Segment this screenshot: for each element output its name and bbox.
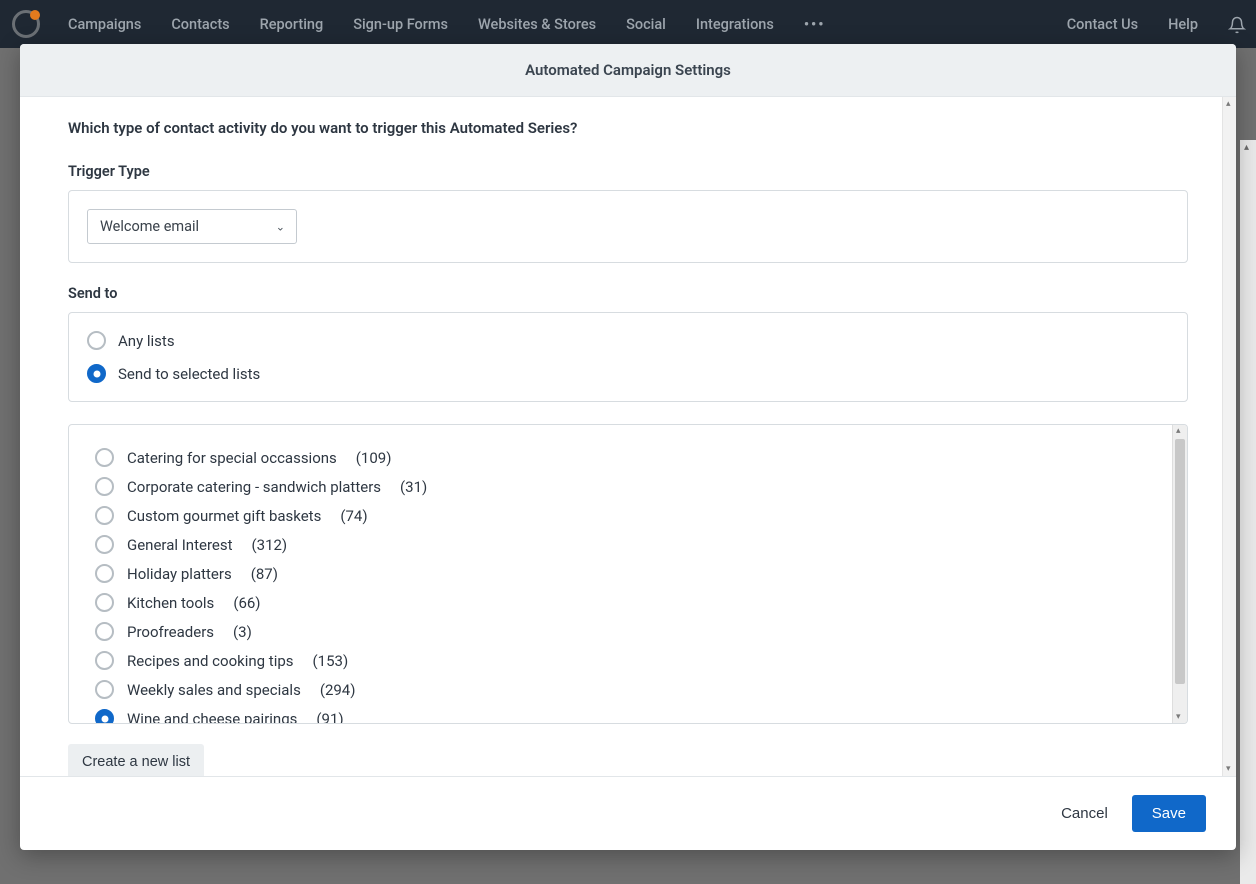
nav-item-contacts[interactable]: Contacts bbox=[171, 16, 229, 33]
radio-icon[interactable] bbox=[87, 364, 106, 383]
modal-title: Automated Campaign Settings bbox=[20, 44, 1236, 97]
list-item-count: (66) bbox=[233, 594, 260, 612]
nav-item-sign-up-forms[interactable]: Sign-up Forms bbox=[353, 16, 448, 33]
radio-icon[interactable] bbox=[95, 564, 114, 583]
radio-icon[interactable] bbox=[95, 622, 114, 641]
list-item[interactable]: Proofreaders (3) bbox=[95, 619, 1154, 644]
list-item-count: (31) bbox=[400, 478, 427, 496]
list-item-name: Kitchen tools bbox=[127, 594, 214, 612]
list-item[interactable]: Wine and cheese pairings (91) bbox=[95, 706, 1154, 723]
radio-icon[interactable] bbox=[95, 477, 114, 496]
list-item-name: Recipes and cooking tips bbox=[127, 652, 294, 670]
list-item[interactable]: Kitchen tools (66) bbox=[95, 590, 1154, 615]
sendto-option-1[interactable]: Send to selected lists bbox=[87, 360, 1169, 387]
radio-icon[interactable] bbox=[95, 709, 114, 723]
sendto-option-0[interactable]: Any lists bbox=[87, 327, 1169, 354]
list-item-name: Catering for special occassions bbox=[127, 449, 337, 467]
radio-icon[interactable] bbox=[95, 535, 114, 554]
list-item-name: Custom gourmet gift baskets bbox=[127, 507, 321, 525]
list-item[interactable]: Holiday platters (87) bbox=[95, 561, 1154, 586]
page-scrollbar[interactable]: ▴ bbox=[1240, 140, 1256, 884]
nav-item-contact-us[interactable]: Contact Us bbox=[1067, 16, 1138, 33]
list-item[interactable]: General Interest (312) bbox=[95, 532, 1154, 557]
list-item-count: (109) bbox=[356, 449, 392, 467]
list-item[interactable]: Corporate catering - sandwich platters (… bbox=[95, 474, 1154, 499]
nav-item-integrations[interactable]: Integrations bbox=[696, 16, 774, 33]
nav-item-help[interactable]: Help bbox=[1168, 16, 1198, 33]
nav-item-social[interactable]: Social bbox=[626, 16, 666, 33]
notifications-icon[interactable] bbox=[1228, 16, 1244, 32]
modal-body: ▴ ▾ Which type of contact activity do yo… bbox=[20, 97, 1236, 776]
logo-icon[interactable] bbox=[12, 10, 40, 38]
lists-scrollbar[interactable]: ▴ ▾ bbox=[1172, 425, 1187, 723]
list-item-name: General Interest bbox=[127, 536, 233, 554]
list-item-name: Wine and cheese pairings bbox=[127, 710, 297, 724]
list-item[interactable]: Custom gourmet gift baskets (74) bbox=[95, 503, 1154, 528]
radio-icon[interactable] bbox=[95, 448, 114, 467]
list-item-name: Weekly sales and specials bbox=[127, 681, 301, 699]
trigger-type-panel: Welcome email ⌄ bbox=[68, 190, 1188, 263]
radio-icon[interactable] bbox=[87, 331, 106, 350]
sendto-option-label: Send to selected lists bbox=[118, 365, 260, 383]
send-to-label: Send to bbox=[68, 285, 1188, 302]
settings-modal: Automated Campaign Settings ▴ ▾ Which ty… bbox=[20, 44, 1236, 850]
nav-item-websites-stores[interactable]: Websites & Stores bbox=[478, 16, 596, 33]
list-item-name: Proofreaders bbox=[127, 623, 214, 641]
top-nav: Campaigns Contacts Reporting Sign-up Forms W… bbox=[0, 0, 1256, 48]
trigger-type-label: Trigger Type bbox=[68, 163, 1188, 180]
radio-icon[interactable] bbox=[95, 506, 114, 525]
list-item-count: (91) bbox=[316, 710, 343, 724]
list-item-count: (294) bbox=[320, 681, 356, 699]
list-item-name: Holiday platters bbox=[127, 565, 232, 583]
radio-icon[interactable] bbox=[95, 680, 114, 699]
nav-right: Contact Us Help bbox=[1067, 16, 1244, 33]
trigger-type-select[interactable]: Welcome email bbox=[87, 209, 297, 244]
list-item-count: (312) bbox=[252, 536, 288, 554]
list-item-name: Corporate catering - sandwich platters bbox=[127, 478, 381, 496]
list-item-count: (74) bbox=[340, 507, 367, 525]
radio-icon[interactable] bbox=[95, 651, 114, 670]
list-item[interactable]: Weekly sales and specials (294) bbox=[95, 677, 1154, 702]
radio-icon[interactable] bbox=[95, 593, 114, 612]
save-button[interactable]: Save bbox=[1132, 795, 1206, 832]
lists-scrollbar-thumb[interactable] bbox=[1175, 439, 1185, 684]
trigger-question: Which type of contact activity do you wa… bbox=[68, 119, 1188, 137]
list-item[interactable]: Recipes and cooking tips (153) bbox=[95, 648, 1154, 673]
cancel-button[interactable]: Cancel bbox=[1055, 797, 1114, 830]
more-menu-icon[interactable]: ••• bbox=[804, 16, 826, 33]
nav-item-reporting[interactable]: Reporting bbox=[260, 16, 324, 33]
modal-scrollbar[interactable]: ▴ ▾ bbox=[1222, 97, 1236, 776]
nav-left: Campaigns Contacts Reporting Sign-up Forms W… bbox=[68, 16, 774, 33]
nav-item-campaigns[interactable]: Campaigns bbox=[68, 16, 141, 33]
create-new-list-button[interactable]: Create a new list bbox=[68, 744, 204, 776]
lists-panel: Catering for special occassions (109) Cor… bbox=[68, 424, 1188, 724]
sendto-option-label: Any lists bbox=[118, 332, 175, 350]
list-item-count: (87) bbox=[251, 565, 278, 583]
list-item-count: (3) bbox=[233, 623, 252, 641]
modal-footer: Cancel Save bbox=[20, 776, 1236, 850]
list-item[interactable]: Catering for special occassions (109) bbox=[95, 445, 1154, 470]
send-to-panel: Any lists Send to selected lists bbox=[68, 312, 1188, 402]
list-item-count: (153) bbox=[313, 652, 349, 670]
